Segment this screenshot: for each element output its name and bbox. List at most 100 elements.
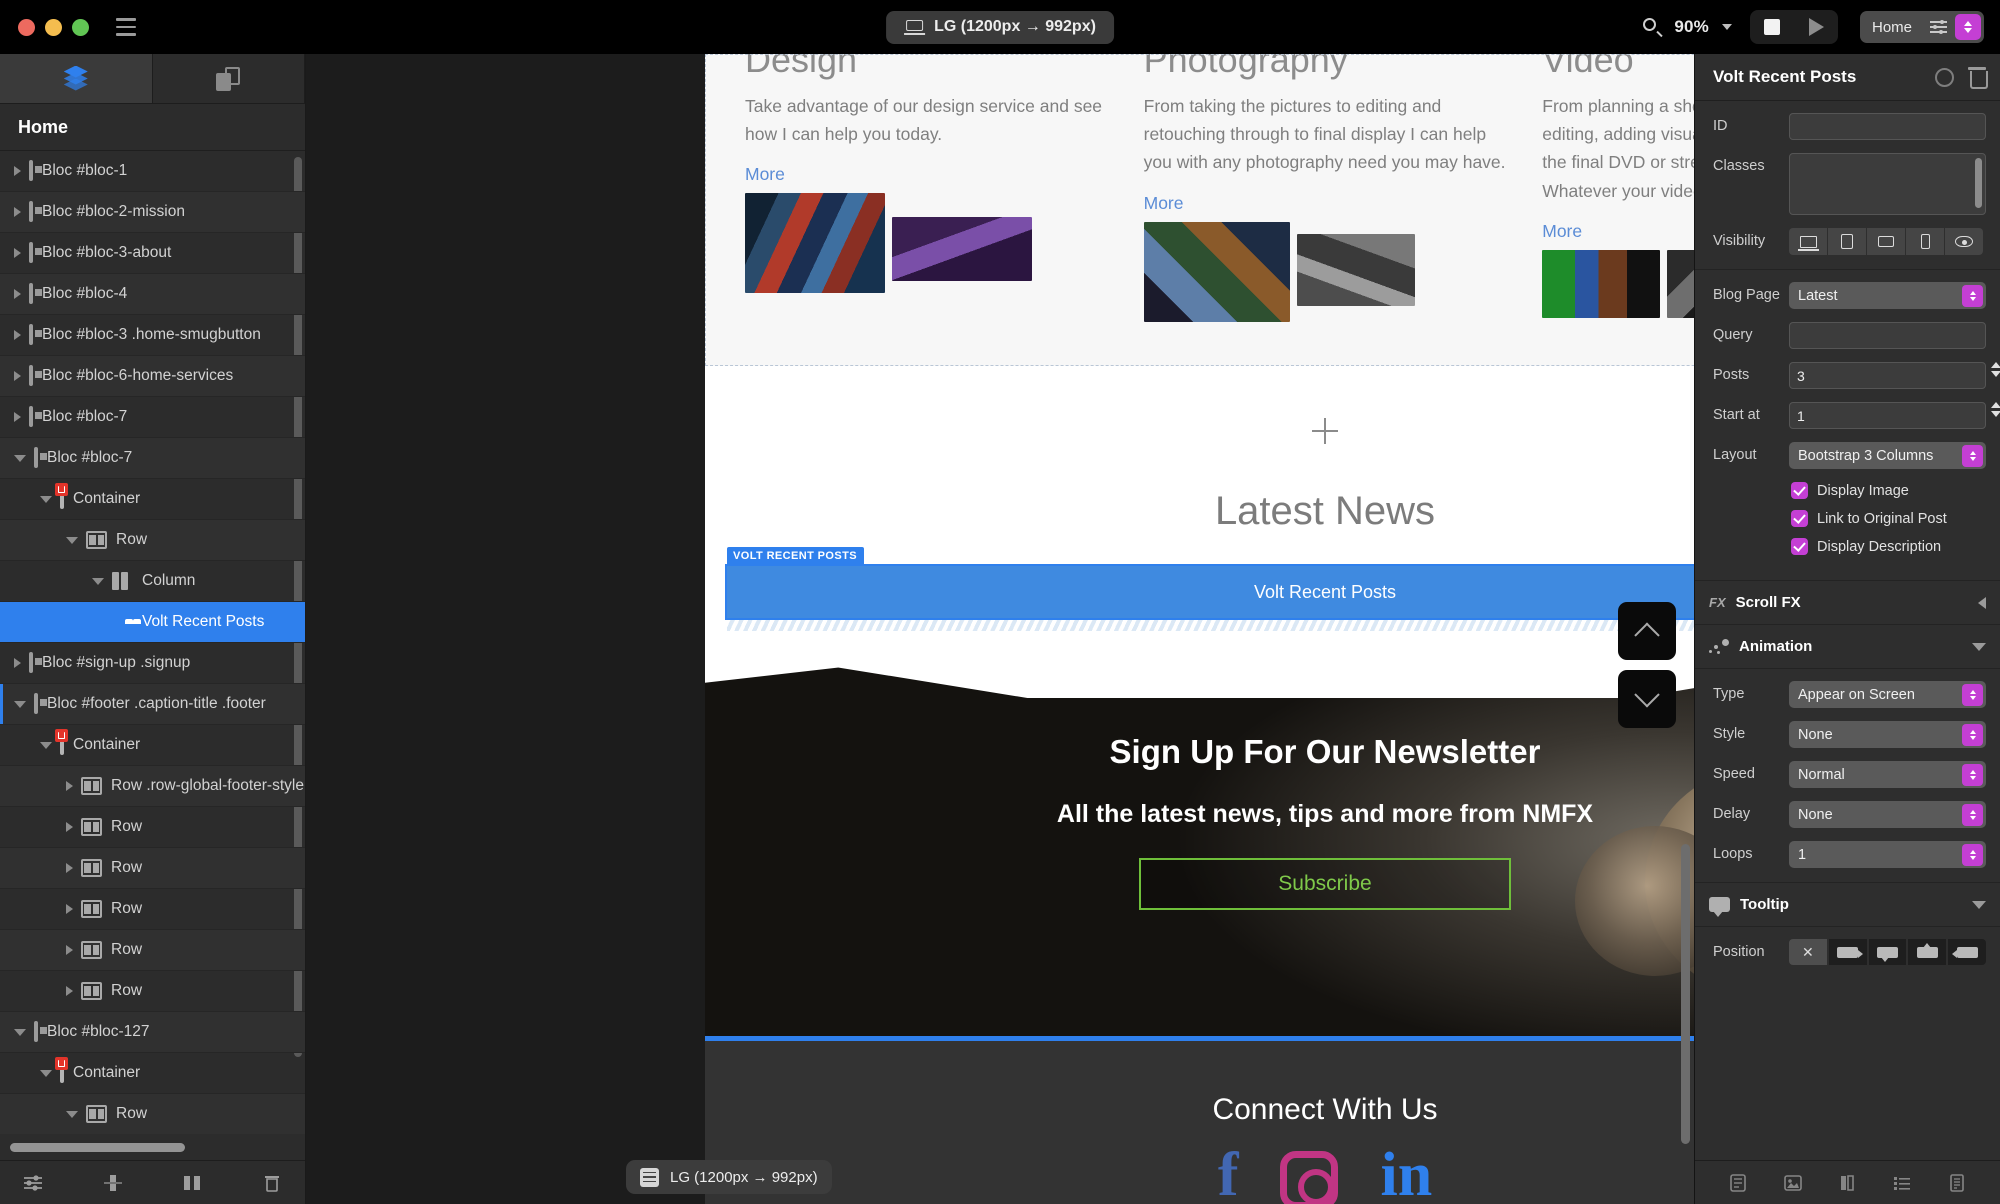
layer-tree-item-selected[interactable]: Volt Recent Posts bbox=[0, 602, 305, 643]
collapse-left-icon[interactable] bbox=[1978, 596, 1986, 609]
disclosure-closed-icon[interactable] bbox=[14, 289, 21, 299]
scroll-fx-section-header[interactable]: FX Scroll FX bbox=[1695, 581, 2000, 625]
disclosure-closed-icon[interactable] bbox=[66, 986, 73, 996]
disclosure-open-icon[interactable] bbox=[14, 700, 26, 708]
disclosure-closed-icon[interactable] bbox=[14, 412, 21, 422]
classes-textarea[interactable] bbox=[1789, 153, 1986, 215]
disclosure-closed-icon[interactable] bbox=[66, 781, 73, 791]
layout-select[interactable]: Bootstrap 3 Columns bbox=[1789, 442, 1986, 469]
disclosure-open-icon[interactable] bbox=[40, 741, 52, 749]
disclosure-closed-icon[interactable] bbox=[66, 945, 73, 955]
display-description-checkbox-row[interactable]: Display Description bbox=[1791, 538, 1986, 555]
layer-tree-item[interactable]: Bloc #bloc-3-about bbox=[0, 233, 305, 274]
layer-tree-item[interactable]: Bloc #bloc-1 bbox=[0, 151, 305, 192]
display-image-checkbox-row[interactable]: Display Image bbox=[1791, 482, 1986, 499]
layer-tree-item[interactable]: Row bbox=[0, 889, 305, 930]
disclosure-open-icon[interactable] bbox=[14, 1028, 26, 1036]
device-selector-button[interactable]: LG (1200px → 992px) bbox=[886, 10, 1114, 44]
sidebar-tab-pages[interactable] bbox=[153, 54, 305, 103]
disclosure-closed-icon[interactable] bbox=[14, 658, 21, 668]
tooltip-position-top-button[interactable] bbox=[1908, 939, 1947, 965]
start-at-stepper[interactable] bbox=[1991, 402, 2000, 417]
animation-section-header[interactable]: Animation bbox=[1695, 625, 2000, 669]
align-vertical-icon[interactable] bbox=[102, 1173, 124, 1193]
service-column-video[interactable]: Video From planning a shoot through to f… bbox=[1524, 54, 1694, 322]
animation-loops-select[interactable]: 1 bbox=[1789, 841, 1986, 868]
newsletter-bloc[interactable]: Sign Up For Our Newsletter All the lates… bbox=[705, 646, 1694, 1036]
subscribe-button[interactable]: Subscribe bbox=[1139, 857, 1511, 910]
collapse-down-icon[interactable] bbox=[1972, 642, 1986, 651]
layer-tree-item[interactable]: Bloc #bloc-127 bbox=[0, 1012, 305, 1053]
disclosure-closed-icon[interactable] bbox=[14, 248, 21, 258]
layer-tree-item[interactable]: Bloc #bloc-4 bbox=[0, 274, 305, 315]
volt-recent-posts-selection[interactable]: VOLT RECENT POSTS Volt Recent Posts bbox=[725, 547, 1694, 631]
facebook-icon[interactable]: f bbox=[1218, 1144, 1239, 1204]
image-block-icon[interactable] bbox=[1782, 1173, 1804, 1193]
sidebar-horizontal-scrollbar[interactable] bbox=[10, 1143, 185, 1152]
disclosure-open-icon[interactable] bbox=[14, 454, 26, 462]
menu-icon[interactable] bbox=[116, 18, 136, 36]
query-input[interactable] bbox=[1789, 322, 1986, 349]
canvas-area[interactable]: Design Take advantage of our design serv… bbox=[306, 54, 1694, 1204]
animation-style-select[interactable]: None bbox=[1789, 721, 1986, 748]
disclosure-open-icon[interactable] bbox=[40, 1069, 52, 1077]
visibility-preview-button[interactable] bbox=[1945, 228, 1983, 255]
blog-page-select[interactable]: Latest bbox=[1789, 282, 1986, 309]
close-window-button[interactable] bbox=[18, 18, 35, 36]
services-bloc[interactable]: Design Take advantage of our design serv… bbox=[705, 54, 1694, 366]
display-image-checkbox[interactable] bbox=[1791, 482, 1808, 499]
volt-recent-posts-placeholder[interactable]: Volt Recent Posts bbox=[725, 564, 1694, 620]
layer-tree[interactable]: Bloc #bloc-1 Bloc #bloc-2-mission Bloc #bl… bbox=[0, 151, 305, 1134]
collapse-down-icon[interactable] bbox=[1972, 900, 1986, 909]
sidebar-tab-layers[interactable] bbox=[0, 54, 153, 103]
disclosure-open-icon[interactable] bbox=[66, 1110, 78, 1118]
classes-scrollbar[interactable] bbox=[1975, 158, 1982, 208]
display-description-checkbox[interactable] bbox=[1791, 538, 1808, 555]
layer-tree-item[interactable]: Row .row-global-footer-style bbox=[0, 766, 305, 807]
list-icon[interactable] bbox=[1891, 1173, 1913, 1193]
posts-stepper[interactable] bbox=[1991, 362, 2000, 377]
disclosure-closed-icon[interactable] bbox=[14, 371, 21, 381]
posts-input[interactable] bbox=[1789, 362, 1986, 389]
add-bloc-icon[interactable] bbox=[1312, 418, 1338, 444]
service-more-link[interactable]: More bbox=[1144, 193, 1184, 214]
layer-tree-item[interactable]: Bloc #bloc-7 bbox=[0, 438, 305, 479]
stop-button[interactable] bbox=[1750, 10, 1794, 44]
service-column-design[interactable]: Design Take advantage of our design serv… bbox=[727, 54, 1126, 322]
minimize-window-button[interactable] bbox=[45, 18, 62, 36]
layer-tree-item[interactable]: Row bbox=[0, 930, 305, 971]
visibility-desktop-button[interactable] bbox=[1789, 228, 1827, 255]
align-horizontal-icon[interactable] bbox=[181, 1173, 203, 1193]
chevron-down-icon[interactable] bbox=[1722, 24, 1732, 30]
text-block-icon[interactable] bbox=[1727, 1173, 1749, 1193]
instagram-icon[interactable] bbox=[1280, 1151, 1339, 1204]
start-at-input[interactable] bbox=[1789, 402, 1986, 429]
layer-tree-item[interactable]: Row bbox=[0, 1094, 305, 1134]
linkedin-icon[interactable]: in bbox=[1380, 1144, 1432, 1204]
layer-tree-item[interactable]: Row bbox=[0, 520, 305, 561]
layer-tree-item[interactable]: Bloc #sign-up .signup bbox=[0, 643, 305, 684]
layer-tree-item[interactable]: Container bbox=[0, 479, 305, 520]
layer-tree-item[interactable]: Container bbox=[0, 725, 305, 766]
disclosure-open-icon[interactable] bbox=[66, 536, 78, 544]
layer-tree-item[interactable]: Row bbox=[0, 971, 305, 1012]
page-selector[interactable]: Home bbox=[1860, 11, 1984, 43]
tooltip-section-header[interactable]: Tooltip bbox=[1695, 883, 2000, 927]
visibility-tablet-landscape-button[interactable] bbox=[1867, 228, 1905, 255]
link-original-post-checkbox[interactable] bbox=[1791, 510, 1808, 527]
visibility-tablet-portrait-button[interactable] bbox=[1828, 228, 1866, 255]
layer-tree-item[interactable]: Container bbox=[0, 1053, 305, 1094]
tooltip-position-none-button[interactable]: ✕ bbox=[1789, 939, 1827, 965]
service-column-photography[interactable]: Photography From taking the pictures to … bbox=[1126, 54, 1525, 322]
layer-tree-item[interactable]: Row bbox=[0, 848, 305, 889]
layer-tree-item[interactable]: Bloc #bloc-3 .home-smugbutton bbox=[0, 315, 305, 356]
disclosure-closed-icon[interactable] bbox=[14, 330, 21, 340]
animation-delay-select[interactable]: None bbox=[1789, 801, 1986, 828]
connect-bloc[interactable]: Connect With Us f in bbox=[705, 1041, 1694, 1204]
layer-tree-item[interactable]: Column bbox=[0, 561, 305, 602]
disclosure-closed-icon[interactable] bbox=[66, 863, 73, 873]
disclosure-open-icon[interactable] bbox=[40, 495, 52, 503]
delete-icon[interactable] bbox=[1968, 67, 1988, 89]
contrast-icon[interactable] bbox=[1836, 1173, 1858, 1193]
document-icon[interactable] bbox=[1946, 1173, 1968, 1193]
